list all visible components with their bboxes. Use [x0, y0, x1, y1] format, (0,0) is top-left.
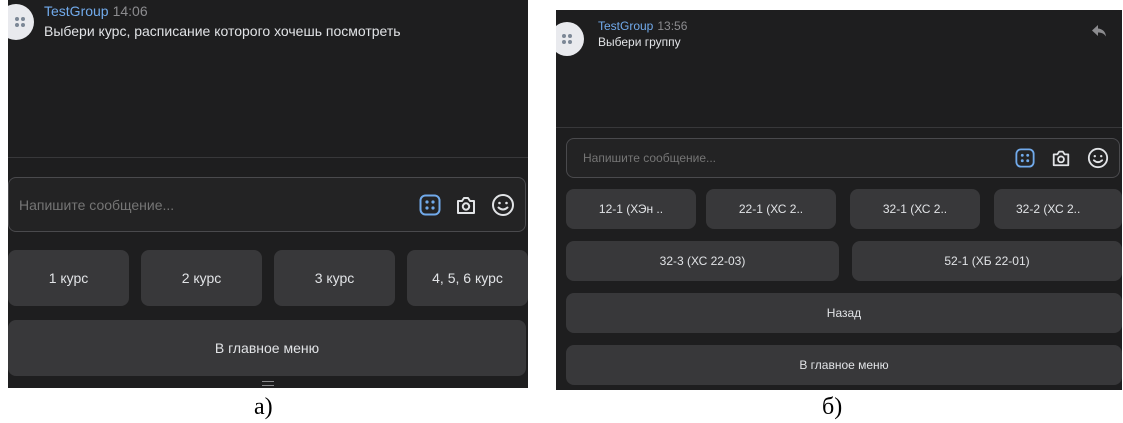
drag-handle-icon[interactable] [262, 381, 274, 386]
keyboard-button-course-4-5-6[interactable]: 4, 5, 6 курс [407, 250, 528, 306]
caption-b: б) [822, 394, 843, 420]
keyboard-button-course-2[interactable]: 2 курс [141, 250, 262, 306]
group-avatar-icon[interactable] [556, 22, 584, 56]
emoji-icon[interactable] [491, 193, 515, 217]
main-menu-button[interactable]: В главное меню [566, 345, 1122, 385]
emoji-icon[interactable] [1087, 147, 1109, 169]
message-time: 13:56 [657, 19, 688, 33]
keyboard-button-group-22-1[interactable]: 22-1 (ХС 2.. [706, 189, 836, 229]
message-time: 14:06 [112, 3, 148, 19]
camera-icon[interactable] [1051, 148, 1071, 168]
keyboard-button-group-32-3[interactable]: 32-3 (ХС 22-03) [566, 241, 839, 281]
keyboard-button-group-52-1[interactable]: 52-1 (ХБ 22-01) [852, 241, 1122, 281]
reply-icon[interactable] [1091, 24, 1107, 38]
bot-keyboard-icon[interactable] [419, 194, 441, 216]
back-button[interactable]: Назад [566, 293, 1122, 333]
message-row: TestGroup 13:56 Выбери группу [556, 19, 688, 56]
chat-panel-a: TestGroup 14:06 Выбери курс, расписание к… [8, 0, 528, 388]
message-text: Выбери курс, расписание которого хочешь … [44, 23, 401, 39]
message-text: Выбери группу [598, 35, 681, 49]
keyboard-button-course-1[interactable]: 1 курс [8, 250, 129, 306]
main-menu-button[interactable]: В главное меню [8, 320, 526, 376]
message-input[interactable] [583, 151, 1015, 165]
message-composer [566, 138, 1120, 178]
group-avatar-icon[interactable] [8, 4, 34, 40]
sender-name[interactable]: TestGroup [44, 3, 109, 19]
keyboard-button-group-32-1[interactable]: 32-1 (ХС 2.. [850, 189, 980, 229]
divider [8, 157, 528, 158]
keyboard-button-group-12-1[interactable]: 12-1 (ХЭн .. [566, 189, 696, 229]
message-row: TestGroup 14:06 Выбери курс, расписание к… [8, 3, 401, 40]
bot-keyboard-icon[interactable] [1015, 148, 1035, 168]
message-input[interactable] [19, 196, 419, 213]
sender-name[interactable]: TestGroup [598, 19, 653, 33]
keyboard-button-group-32-2[interactable]: 32-2 (ХС 2.. [994, 189, 1122, 229]
camera-icon[interactable] [455, 194, 477, 216]
keyboard-button-course-3[interactable]: 3 курс [274, 250, 395, 306]
divider [556, 127, 1122, 128]
message-composer [8, 177, 526, 232]
chat-panel-b: TestGroup 13:56 Выбери группу 12-1 (ХЭн .… [556, 10, 1122, 390]
caption-a: а) [254, 394, 273, 420]
